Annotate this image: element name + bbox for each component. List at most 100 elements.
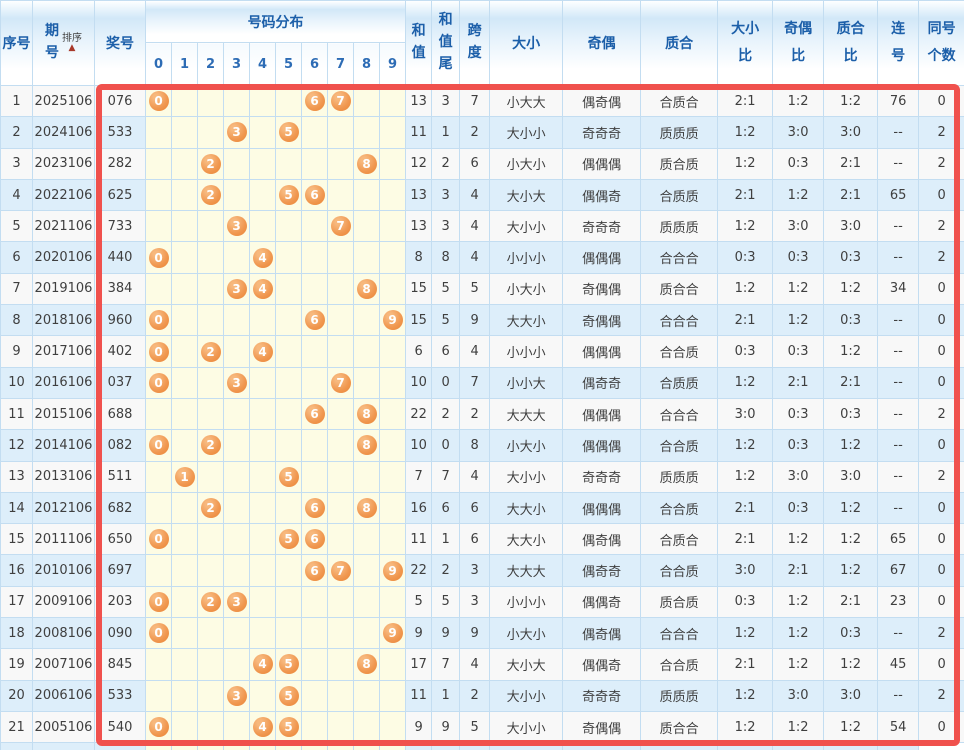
size-ratio-cell: 2:1	[718, 524, 773, 555]
period-cell: 2021106	[33, 211, 95, 242]
seq-cell: 14	[1, 492, 33, 523]
digit-cell-6	[302, 211, 328, 242]
number-ball: 5	[279, 529, 299, 549]
winning-number-cell: 282	[95, 148, 146, 179]
digit-cell-9	[380, 117, 406, 148]
parity-cell: 偶奇奇	[563, 555, 641, 586]
digit-cell-1	[172, 242, 198, 273]
digit-cell-1	[172, 117, 198, 148]
seq-cell: 4	[1, 179, 33, 210]
digit-cell-0: 0	[146, 86, 172, 117]
same-count-cell: 0	[919, 649, 964, 680]
digit-cell-9: 9	[380, 555, 406, 586]
number-ball: 0	[149, 623, 169, 643]
digit-cell-7	[328, 398, 354, 429]
prime-cell: 合合合	[641, 618, 718, 649]
prime-cell: 质质质	[641, 461, 718, 492]
digit-cell-4	[250, 555, 276, 586]
parity-ratio-cell: 1:2	[773, 305, 824, 336]
sum-cell: 10	[406, 367, 432, 398]
period-cell: 2016106	[33, 367, 95, 398]
same-count-cell: 2	[919, 680, 964, 711]
digit-cell-2: 2	[198, 148, 224, 179]
parity-cell: 奇偶偶	[563, 273, 641, 304]
winning-number-cell: 540	[95, 711, 146, 742]
digit-cell-4: 4	[250, 273, 276, 304]
sum-cell: 12	[406, 148, 432, 179]
prime-ratio-cell: 1:2	[824, 430, 878, 461]
sum-cell: 13	[406, 86, 432, 117]
span-cell: 4	[460, 461, 490, 492]
winning-number-cell: 688	[95, 398, 146, 429]
parity-ratio-cell: 0:3	[773, 148, 824, 179]
prime-cell: 合合质	[641, 336, 718, 367]
filler-cell	[33, 743, 95, 750]
filler-cell	[172, 743, 198, 750]
same-count-cell: 0	[919, 273, 964, 304]
digit-header-0: 0	[146, 43, 172, 86]
period-cell: 2017106	[33, 336, 95, 367]
winning-number-cell: 960	[95, 305, 146, 336]
prime-ratio-cell: 0:3	[824, 618, 878, 649]
prime-ratio-cell: 3:0	[824, 117, 878, 148]
col-header-seq: 序号	[1, 1, 33, 86]
digit-cell-9	[380, 524, 406, 555]
sum-cell: 22	[406, 555, 432, 586]
digit-cell-5	[276, 336, 302, 367]
prime-cell: 合合合	[641, 398, 718, 429]
digit-cell-7	[328, 524, 354, 555]
size-cell: 大小小	[490, 461, 563, 492]
parity-ratio-cell: 1:2	[773, 86, 824, 117]
digit-cell-4	[250, 211, 276, 242]
digit-cell-5: 5	[276, 461, 302, 492]
filler-cell	[432, 743, 460, 750]
digit-cell-0	[146, 680, 172, 711]
size-cell: 大大小	[490, 492, 563, 523]
winning-number-cell: 384	[95, 273, 146, 304]
span-cell: 4	[460, 179, 490, 210]
sort-up-arrow-icon: ▲	[69, 44, 76, 53]
same-count-cell: 0	[919, 492, 964, 523]
number-ball: 5	[279, 467, 299, 487]
digit-cell-1	[172, 367, 198, 398]
digit-cell-1	[172, 649, 198, 680]
prime-ratio-cell: 2:1	[824, 179, 878, 210]
size-ratio-cell: 1:2	[718, 367, 773, 398]
prime-ratio-cell: 1:2	[824, 524, 878, 555]
sum-tail-cell: 0	[432, 430, 460, 461]
digit-cell-0	[146, 555, 172, 586]
same-count-cell: 0	[919, 86, 964, 117]
number-ball: 8	[357, 498, 377, 518]
span-cell: 3	[460, 555, 490, 586]
col-header-parity: 奇偶	[563, 1, 641, 86]
digit-cell-7	[328, 586, 354, 617]
prime-ratio-cell: 1:2	[824, 492, 878, 523]
span-cell: 7	[460, 367, 490, 398]
prime-cell: 质合质	[641, 148, 718, 179]
seq-cell: 16	[1, 555, 33, 586]
span-cell: 6	[460, 148, 490, 179]
digit-cell-3: 3	[224, 117, 250, 148]
col-header-sum-tail: 和 值 尾	[432, 1, 460, 86]
digit-cell-5	[276, 86, 302, 117]
sum-cell: 11	[406, 524, 432, 555]
span-cell: 4	[460, 649, 490, 680]
number-ball: 9	[383, 623, 403, 643]
span-cell: 4	[460, 242, 490, 273]
sum-tail-cell: 7	[432, 649, 460, 680]
digit-cell-8	[354, 586, 380, 617]
digit-cell-9	[380, 86, 406, 117]
digit-cell-2	[198, 461, 224, 492]
digit-header-6: 6	[302, 43, 328, 86]
number-ball: 4	[253, 717, 273, 737]
sort-control[interactable]: 排序 ▲	[62, 33, 82, 53]
winning-number-cell: 533	[95, 117, 146, 148]
digit-cell-8	[354, 680, 380, 711]
table-row: 1220141060820281008小大小偶偶偶合合质1:20:31:2--0	[1, 430, 964, 461]
parity-cell: 偶奇偶	[563, 524, 641, 555]
parity-ratio-cell: 0:3	[773, 336, 824, 367]
digit-cell-0: 0	[146, 430, 172, 461]
digit-cell-3: 3	[224, 211, 250, 242]
digit-cell-6: 6	[302, 86, 328, 117]
consecutive-cell: --	[878, 148, 919, 179]
